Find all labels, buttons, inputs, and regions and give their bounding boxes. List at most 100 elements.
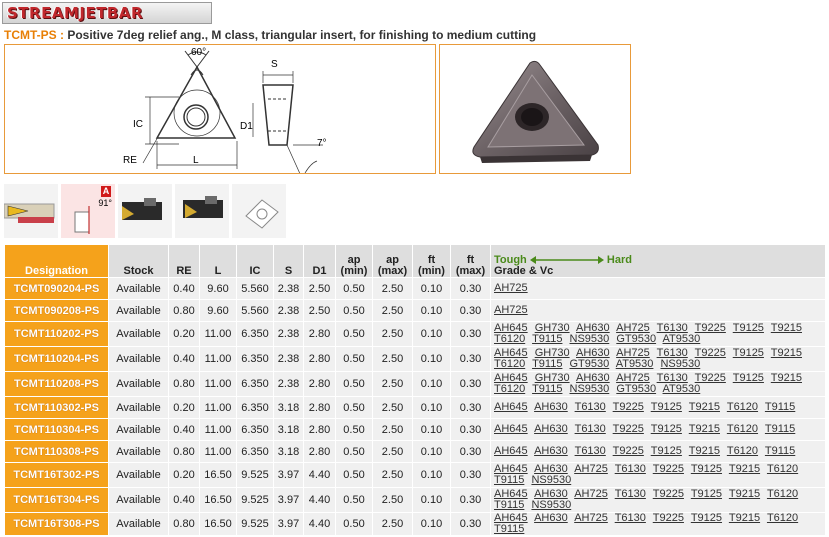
d1-cell: 2.80 bbox=[304, 397, 335, 418]
s-cell: 3.97 bbox=[274, 463, 303, 487]
grade-link[interactable]: AH725 bbox=[494, 282, 528, 294]
grade-link[interactable]: GT9530 bbox=[616, 333, 656, 345]
grade-link[interactable]: T9225 bbox=[613, 401, 644, 413]
ft-max-cell: 0.30 bbox=[451, 278, 490, 299]
grade-link[interactable]: NS9530 bbox=[531, 474, 571, 486]
grade-link[interactable]: AH645 bbox=[494, 445, 528, 457]
d1-cell: 4.40 bbox=[304, 513, 335, 535]
grade-link[interactable]: AH725 bbox=[574, 488, 608, 500]
grade-link[interactable]: GT9530 bbox=[570, 358, 610, 370]
grade-link[interactable]: T9115 bbox=[494, 474, 524, 486]
grade-cell: AH725 bbox=[491, 300, 825, 321]
grade-link[interactable]: T9225 bbox=[653, 463, 684, 475]
ft-max-cell: 0.30 bbox=[451, 513, 490, 535]
ft-min-cell: 0.10 bbox=[413, 513, 450, 535]
grade-link[interactable]: T9125 bbox=[651, 401, 682, 413]
grade-link[interactable]: NS9530 bbox=[570, 383, 610, 395]
grade-link[interactable]: T9215 bbox=[689, 423, 720, 435]
grade-link[interactable]: T9215 bbox=[689, 401, 720, 413]
thumb-holder-91deg[interactable]: A 91° bbox=[61, 184, 115, 238]
grade-link[interactable]: NS9530 bbox=[531, 499, 571, 511]
grade-link[interactable]: T9115 bbox=[532, 383, 562, 395]
technical-drawing-panel: 60° S IC D1 RE L 7° bbox=[4, 44, 436, 208]
grade-link[interactable]: T9115 bbox=[532, 358, 562, 370]
grade-link[interactable]: AH645 bbox=[494, 423, 528, 435]
grade-link[interactable]: T6120 bbox=[727, 445, 758, 457]
stock-cell: Available bbox=[109, 513, 168, 535]
d1-cell: 2.80 bbox=[304, 372, 335, 396]
ap-max-cell: 2.50 bbox=[373, 441, 412, 462]
grade-link[interactable]: AH725 bbox=[574, 463, 608, 475]
ap-max-cell: 2.50 bbox=[373, 397, 412, 418]
grade-link[interactable]: T9215 bbox=[689, 445, 720, 457]
grade-link[interactable]: AT9530 bbox=[663, 383, 701, 395]
grade-link[interactable]: AT9530 bbox=[663, 333, 701, 345]
col-grade: Tough Hard Grade & Vc bbox=[491, 245, 825, 277]
ft-min-cell: 0.10 bbox=[413, 322, 450, 346]
grade-link[interactable]: NS9530 bbox=[660, 358, 700, 370]
grade-link[interactable]: T9115 bbox=[532, 333, 562, 345]
grade-link[interactable]: T6120 bbox=[767, 463, 798, 475]
grade-link[interactable]: T6130 bbox=[615, 463, 646, 475]
grade-link[interactable]: T9115 bbox=[765, 423, 795, 435]
grade-link[interactable]: T9215 bbox=[771, 347, 802, 359]
grade-link[interactable]: T6130 bbox=[575, 423, 606, 435]
grade-link[interactable]: T6120 bbox=[494, 383, 525, 395]
grade-link[interactable]: T6120 bbox=[767, 488, 798, 500]
grade-link[interactable]: T9125 bbox=[733, 347, 764, 359]
grade-link[interactable]: T9115 bbox=[494, 523, 524, 535]
grade-link[interactable]: T9225 bbox=[653, 512, 684, 524]
grade-link[interactable]: T6120 bbox=[494, 333, 525, 345]
thumb-chipbreaker[interactable] bbox=[232, 184, 286, 238]
grade-link[interactable]: T9215 bbox=[729, 463, 760, 475]
grade-link[interactable]: AH725 bbox=[494, 304, 528, 316]
grade-link[interactable]: NS9530 bbox=[570, 333, 610, 345]
grade-link[interactable]: T9215 bbox=[729, 512, 760, 524]
grade-link[interactable]: AH630 bbox=[534, 445, 568, 457]
ap-min-cell: 0.50 bbox=[336, 278, 372, 299]
grade-link[interactable]: AH630 bbox=[534, 423, 568, 435]
grade-link[interactable]: T6130 bbox=[615, 512, 646, 524]
ic-cell: 9.525 bbox=[237, 488, 273, 512]
thumb-holder-1[interactable] bbox=[118, 184, 172, 238]
grade-link[interactable]: AH630 bbox=[534, 512, 568, 524]
grade-link[interactable]: T9125 bbox=[691, 512, 722, 524]
thumb-holder-2[interactable] bbox=[175, 184, 229, 238]
grade-link[interactable]: T9125 bbox=[691, 488, 722, 500]
grade-link[interactable]: T9125 bbox=[691, 463, 722, 475]
s-cell: 3.97 bbox=[274, 488, 303, 512]
grade-link[interactable]: T9215 bbox=[729, 488, 760, 500]
stock-cell: Available bbox=[109, 397, 168, 418]
grade-link[interactable]: T6120 bbox=[494, 358, 525, 370]
grade-link[interactable]: T6120 bbox=[727, 401, 758, 413]
grade-link[interactable]: T9125 bbox=[733, 372, 764, 384]
grade-link[interactable]: T9125 bbox=[651, 423, 682, 435]
s-cell: 3.18 bbox=[274, 419, 303, 440]
grade-link[interactable]: T6130 bbox=[575, 401, 606, 413]
grade-link[interactable]: T6120 bbox=[767, 512, 798, 524]
grade-link[interactable]: T9215 bbox=[771, 372, 802, 384]
tool-holder-icon bbox=[183, 196, 223, 218]
grade-link[interactable]: AH630 bbox=[534, 401, 568, 413]
grade-link[interactable]: T9225 bbox=[613, 423, 644, 435]
grade-link[interactable]: T9225 bbox=[653, 488, 684, 500]
grade-link[interactable]: T9125 bbox=[651, 445, 682, 457]
grade-link[interactable]: T6120 bbox=[727, 423, 758, 435]
grade-link[interactable]: T9115 bbox=[494, 499, 524, 511]
grade-link[interactable]: T9125 bbox=[733, 322, 764, 334]
thumb-boring-bar[interactable] bbox=[3, 184, 58, 238]
grade-link[interactable]: T9215 bbox=[771, 322, 802, 334]
table-row: TCMT110304-PS Available 0.40 11.00 6.350 3.18… bbox=[5, 419, 825, 440]
grade-link[interactable]: T9225 bbox=[613, 445, 644, 457]
grade-link[interactable]: AH725 bbox=[574, 512, 608, 524]
grade-link[interactable]: T6130 bbox=[615, 488, 646, 500]
grade-link[interactable]: AH645 bbox=[494, 401, 528, 413]
grade-link[interactable]: GT9530 bbox=[616, 383, 656, 395]
grade-link[interactable]: T9115 bbox=[765, 445, 795, 457]
grade-link[interactable]: AT9530 bbox=[616, 358, 654, 370]
grade-link[interactable]: T9115 bbox=[765, 401, 795, 413]
stock-cell: Available bbox=[109, 347, 168, 371]
designation-cell: TCMT110204-PS bbox=[5, 347, 108, 371]
grade-link[interactable]: T6130 bbox=[575, 445, 606, 457]
ft-max-cell: 0.30 bbox=[451, 419, 490, 440]
